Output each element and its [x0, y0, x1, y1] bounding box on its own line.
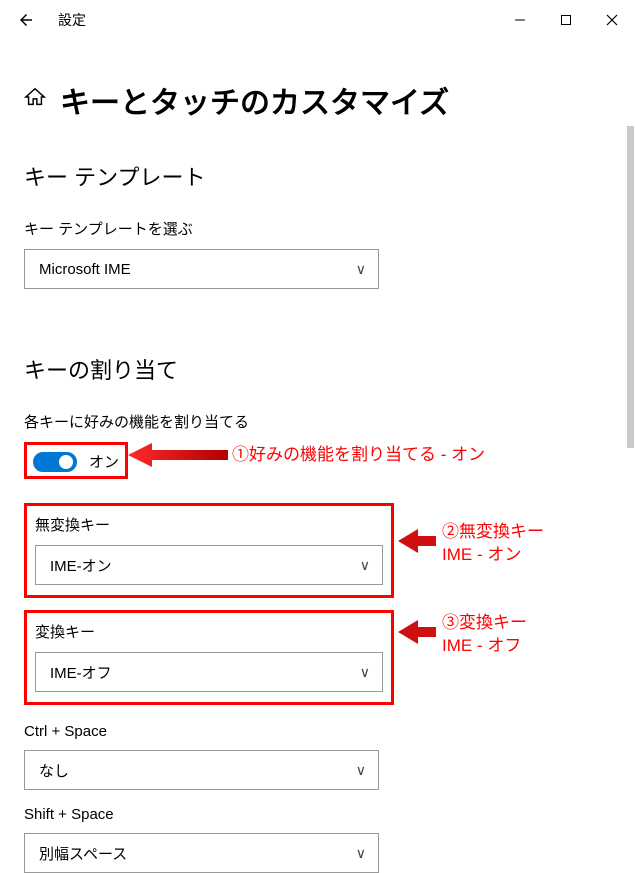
annotation-box-1: オン — [24, 442, 128, 479]
maximize-button[interactable] — [543, 4, 589, 36]
maximize-icon — [560, 14, 572, 26]
chevron-down-icon: ∨ — [360, 664, 370, 681]
annotation-box-2: 無変換キー IME-オン ∨ — [24, 503, 394, 598]
assignment-label: 各キーに好みの機能を割り当てる — [24, 411, 611, 432]
home-icon[interactable] — [24, 86, 46, 114]
annotation-arrow-2 — [398, 527, 436, 555]
minimize-button[interactable] — [497, 4, 543, 36]
annotation-text-3-line2: IME - オフ — [442, 636, 521, 655]
ctrlspace-label: Ctrl + Space — [24, 723, 611, 740]
minimize-icon — [514, 14, 526, 26]
chevron-down-icon: ∨ — [360, 557, 370, 574]
scrollbar-thumb[interactable] — [627, 126, 634, 448]
muhenkan-dropdown[interactable]: IME-オン ∨ — [35, 545, 383, 585]
ctrlspace-block: Ctrl + Space なし ∨ — [24, 723, 611, 790]
template-dropdown[interactable]: Microsoft IME ∨ — [24, 249, 379, 289]
page-title: キーとタッチのカスタマイズ — [60, 78, 449, 122]
toggle-knob — [59, 455, 73, 469]
annotation-arrow-1 — [128, 440, 228, 470]
toggle-state-label: オン — [89, 451, 119, 472]
shiftspace-dropdown[interactable]: 別幅スペース ∨ — [24, 833, 379, 873]
section-title-assignment: キーの割り当て — [24, 353, 611, 385]
annotation-text-2-line2: IME - オン — [442, 545, 521, 564]
muhenkan-label: 無変換キー — [35, 514, 383, 535]
annotation-text-2: ②無変換キー IME - オン — [442, 521, 544, 567]
section-title-template: キー テンプレート — [24, 160, 611, 192]
shiftspace-value: 別幅スペース — [39, 843, 127, 864]
chevron-down-icon: ∨ — [356, 261, 366, 278]
page-header: キーとタッチのカスタマイズ — [24, 78, 611, 122]
annotation-arrow-3 — [398, 618, 436, 646]
annotation-text-2-line1: ②無変換キー — [442, 522, 544, 541]
shiftspace-label: Shift + Space — [24, 806, 611, 823]
close-button[interactable] — [589, 4, 635, 36]
arrow-left-icon — [17, 11, 35, 29]
henkan-value: IME-オフ — [50, 662, 112, 683]
muhenkan-value: IME-オン — [50, 555, 112, 576]
shiftspace-block: Shift + Space 別幅スペース ∨ — [24, 806, 611, 873]
annotation-text-3-line1: ③変換キー — [442, 613, 527, 632]
template-value: Microsoft IME — [39, 261, 131, 278]
henkan-label: 変換キー — [35, 621, 383, 642]
back-button[interactable] — [8, 2, 44, 38]
chevron-down-icon: ∨ — [356, 845, 366, 862]
chevron-down-icon: ∨ — [356, 762, 366, 779]
assign-toggle[interactable] — [33, 452, 77, 472]
henkan-dropdown[interactable]: IME-オフ ∨ — [35, 652, 383, 692]
annotation-text-3: ③変換キー IME - オフ — [442, 612, 527, 658]
window-controls — [497, 4, 635, 36]
close-icon — [606, 14, 618, 26]
ctrlspace-dropdown[interactable]: なし ∨ — [24, 750, 379, 790]
annotation-text-1: ①好みの機能を割り当てる - オン — [232, 444, 485, 467]
title-bar: 設定 — [0, 0, 635, 40]
template-label: キー テンプレートを選ぶ — [24, 218, 611, 239]
window-title: 設定 — [58, 10, 86, 30]
annotation-box-3: 変換キー IME-オフ ∨ — [24, 610, 394, 705]
ctrlspace-value: なし — [39, 760, 69, 781]
